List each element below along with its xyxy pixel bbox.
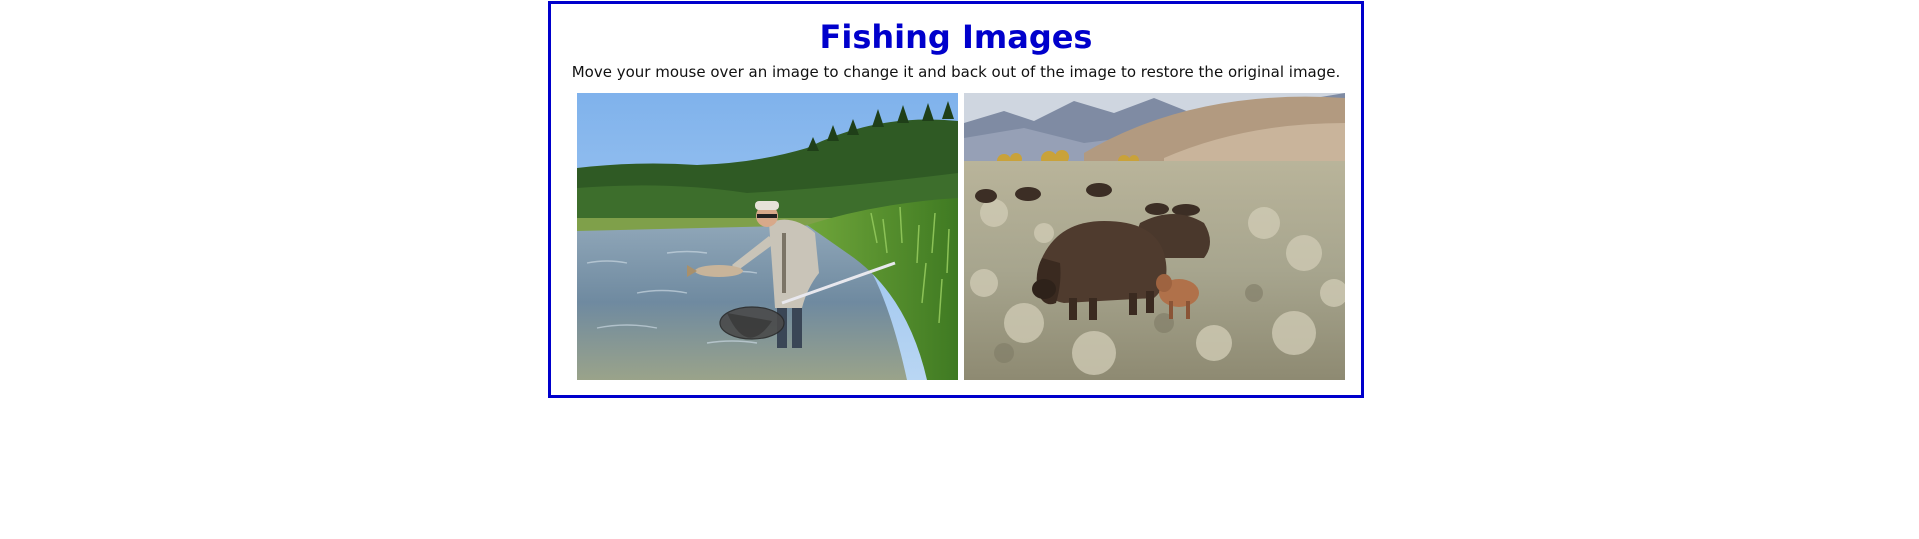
image-row	[577, 93, 1345, 380]
page-title: Fishing Images	[819, 18, 1093, 56]
bison-herd-photo	[964, 93, 1345, 380]
rollover-image-bison[interactable]	[964, 93, 1345, 380]
fly-fishing-photo	[577, 93, 958, 380]
instructions-text: Move your mouse over an image to change …	[571, 63, 1341, 81]
gallery-container: Fishing Images Move your mouse over an i…	[548, 1, 1364, 398]
rollover-image-fishing[interactable]	[577, 93, 958, 380]
